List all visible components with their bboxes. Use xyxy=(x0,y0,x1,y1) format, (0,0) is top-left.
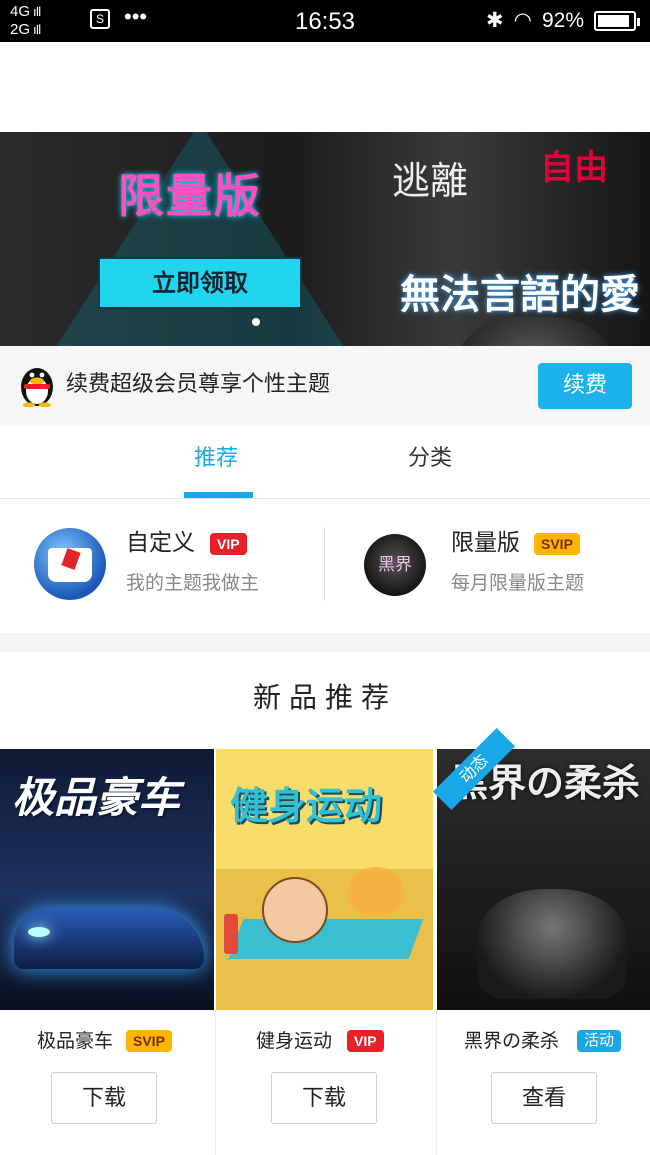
section-title: 新品推荐 xyxy=(252,681,397,714)
divider xyxy=(436,1010,437,1155)
status-bar: 4G ıIl 2G ıIl S ••• 16:53 ✱ ◠ 92% xyxy=(0,0,650,42)
theme-image-title: 极品豪车 xyxy=(12,773,181,822)
vip-badge: VIP xyxy=(347,1030,384,1052)
theme-name: 黑界の柔杀 xyxy=(464,1030,560,1052)
banner-headline: 限量版 xyxy=(118,169,262,223)
theme-name: 极品豪车 xyxy=(37,1030,114,1052)
app-header xyxy=(0,42,650,132)
battery-icon xyxy=(594,11,640,31)
theme-name: 健身运动 xyxy=(256,1030,333,1052)
wifi-icon: ◠ xyxy=(513,9,532,32)
tab-categories[interactable]: 分类 xyxy=(408,444,452,474)
qq-penguin-icon xyxy=(21,368,53,407)
tab-bar: 推荐 分类 xyxy=(0,426,650,499)
feature-custom-subtitle: 我的主题我做主 xyxy=(126,572,260,594)
banner-text-love: 無法言語的愛 xyxy=(400,272,640,318)
tab-recommended[interactable]: 推荐 xyxy=(194,444,238,474)
bluetooth-icon: ✱ xyxy=(486,9,504,32)
download-button[interactable]: 下载 xyxy=(271,1072,377,1124)
active-tab-indicator xyxy=(184,492,253,498)
banner-claim-button[interactable]: 立即领取 xyxy=(98,257,302,309)
activity-badge: 活动 xyxy=(577,1030,622,1052)
vip-badge: VIP xyxy=(210,533,247,555)
divider xyxy=(215,1010,216,1155)
divider xyxy=(324,527,325,601)
banner-figure-image xyxy=(455,317,615,346)
svip-badge: SVIP xyxy=(534,533,580,555)
carousel-indicator-dot[interactable] xyxy=(252,318,260,326)
feature-limited-subtitle: 每月限量版主题 xyxy=(451,572,585,594)
feature-custom-title[interactable]: 自定义 xyxy=(126,528,195,558)
banner-text-escape: 逃離 xyxy=(392,159,469,203)
view-button[interactable]: 查看 xyxy=(491,1072,597,1124)
battery-percent: 92% xyxy=(541,9,584,32)
custom-theme-icon[interactable] xyxy=(34,528,106,600)
limited-edition-icon[interactable]: 黑界 xyxy=(364,534,426,596)
theme-image-title: 健身运动 xyxy=(230,784,383,828)
download-button[interactable]: 下载 xyxy=(51,1072,157,1124)
feature-limited-title[interactable]: 限量版 xyxy=(451,528,520,558)
banner-text-freedom: 自由 xyxy=(540,148,608,188)
renew-button[interactable]: 续费 xyxy=(538,363,632,409)
battery-level xyxy=(598,15,629,27)
renew-promo-text: 续费超级会员尊享个性主题 xyxy=(66,372,331,397)
svip-badge: SVIP xyxy=(126,1030,172,1052)
